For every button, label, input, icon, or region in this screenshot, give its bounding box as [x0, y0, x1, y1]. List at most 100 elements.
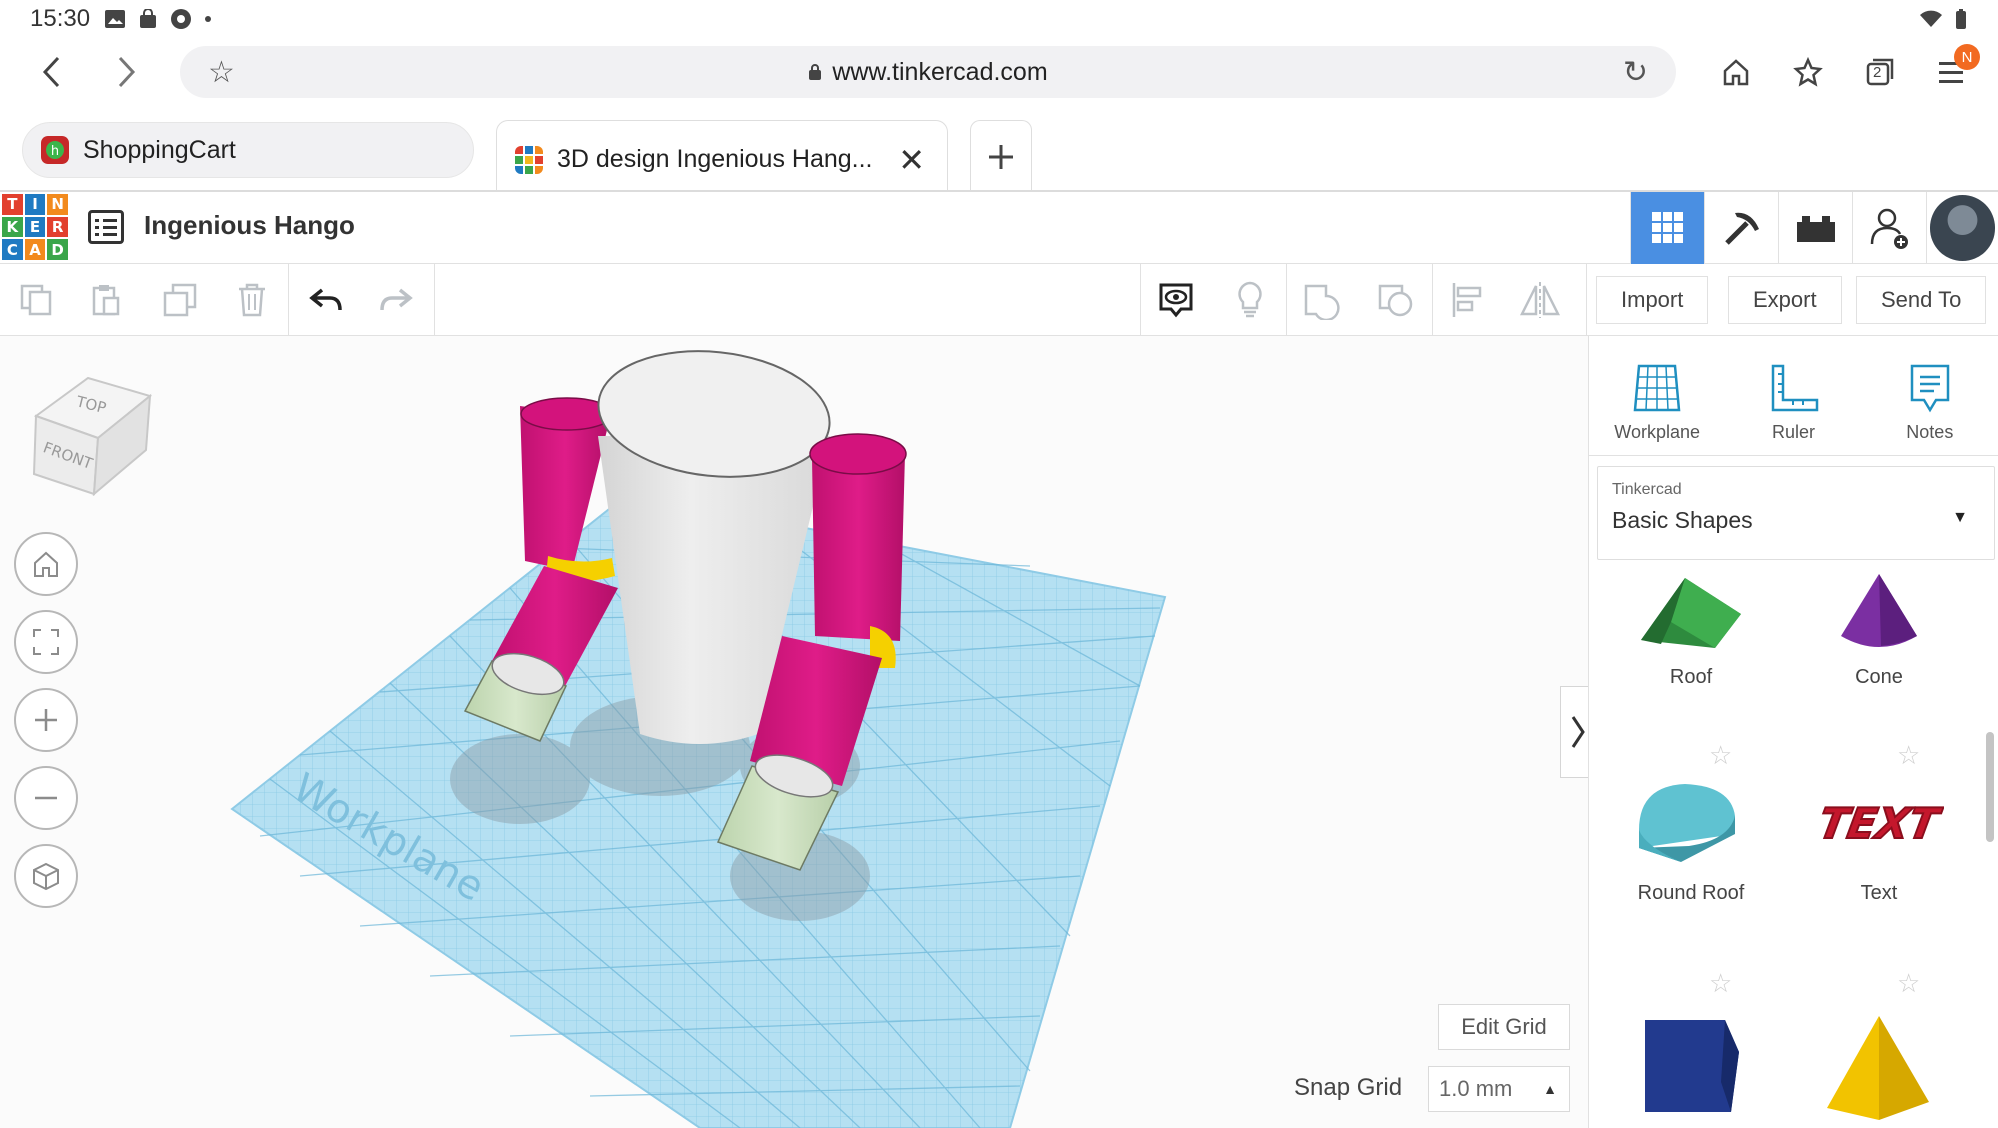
address-bar[interactable]: ☆ www.tinkercad.com ↻ — [180, 46, 1676, 98]
mirror-button[interactable] — [1518, 278, 1562, 322]
align-button[interactable] — [1446, 278, 1490, 322]
mirror-icon — [1519, 282, 1561, 318]
tabs-button[interactable]: 2 — [1858, 50, 1902, 94]
tool-label: Workplane — [1614, 422, 1701, 442]
cone-shape-icon — [1841, 574, 1917, 647]
bookmarks-button[interactable] — [1786, 50, 1830, 94]
snap-grid-select[interactable]: 1.0 mm ▲ — [1428, 1066, 1570, 1112]
logo-letter: I — [24, 194, 46, 215]
notes-tool[interactable]: Notes — [1862, 336, 1998, 455]
undo-button[interactable] — [304, 278, 348, 322]
new-tab-button[interactable] — [970, 120, 1032, 192]
shape-label: Text — [1860, 882, 1898, 904]
url-text: www.tinkercad.com — [832, 57, 1048, 86]
tinkercad-logo[interactable]: T I N K E R C A D — [2, 194, 68, 260]
paste-button[interactable] — [84, 278, 128, 322]
perspective-button[interactable] — [14, 844, 78, 908]
menu-button[interactable]: N — [1930, 44, 1980, 94]
group-button[interactable] — [1300, 278, 1344, 322]
align-icon — [1452, 283, 1482, 317]
workplane-tool[interactable]: Workplane — [1589, 336, 1725, 455]
paste-icon — [92, 285, 120, 316]
shape-pyramid[interactable] — [1789, 1012, 1969, 1128]
shape-round-roof[interactable]: Round Roof — [1601, 776, 1781, 905]
shape-label: Round Roof — [1637, 882, 1745, 904]
home-button[interactable] — [1714, 50, 1758, 94]
toolbar-divider — [1586, 264, 1587, 336]
wifi-icon — [1920, 10, 1942, 27]
favorite-star-icon[interactable]: ☆ — [1897, 968, 1920, 999]
account-button[interactable] — [1926, 192, 1998, 264]
zoom-in-button[interactable] — [14, 688, 78, 752]
copy-button[interactable] — [14, 278, 58, 322]
panel-collapse-button[interactable] — [1560, 686, 1588, 778]
caret-down-icon: ▼ — [1952, 509, 1968, 526]
zoom-out-button[interactable] — [14, 766, 78, 830]
shoppingcart-favicon-icon: h — [41, 136, 69, 164]
toolbar-divider — [1140, 264, 1141, 336]
logo-letter: A — [24, 239, 46, 260]
chevron-right-icon — [1571, 716, 1585, 748]
snap-grid-label: Snap Grid — [1294, 1074, 1403, 1101]
more-dot-icon — [205, 16, 212, 22]
home-view-button[interactable] — [14, 532, 78, 596]
favorite-star-icon[interactable]: ☆ — [1709, 968, 1732, 999]
delete-button[interactable] — [230, 278, 274, 322]
shape-library-select[interactable]: Tinkercad Basic Shapes ▼ — [1597, 466, 1995, 560]
pyramid-shape-icon — [1827, 1016, 1929, 1120]
3d-design-view-button[interactable] — [1630, 192, 1704, 264]
snap-grid-value: 1.0 mm — [1439, 1076, 1513, 1101]
shape-text[interactable]: TEXT Text — [1789, 776, 1969, 905]
lightbulb-icon — [1238, 281, 1262, 318]
text-shape-word: TEXT — [1815, 799, 1944, 848]
bricks-view-button[interactable] — [1778, 192, 1852, 264]
toolbar-divider — [434, 264, 435, 336]
favorite-star-icon[interactable]: ☆ — [1897, 740, 1920, 771]
import-button[interactable]: Import — [1596, 276, 1709, 324]
reload-icon[interactable]: ↻ — [1623, 55, 1648, 90]
notes-icon — [1910, 364, 1950, 413]
view-cube[interactable]: TOP FRONT — [26, 366, 156, 501]
bookmark-star-icon[interactable]: ☆ — [208, 55, 235, 90]
back-button[interactable] — [26, 46, 78, 98]
ungroup-button[interactable] — [1374, 278, 1418, 322]
trash-icon — [239, 283, 265, 317]
tab-tinkercad-design[interactable]: 3D design Ingenious Hang... ✕ — [496, 120, 948, 198]
blocks-view-button[interactable] — [1704, 192, 1778, 264]
shape-roof[interactable]: Roof — [1601, 574, 1781, 689]
lightbulb-button[interactable] — [1228, 278, 1272, 322]
workplane-icon — [1633, 364, 1681, 412]
redo-button[interactable] — [374, 278, 418, 322]
favorite-star-icon[interactable]: ☆ — [1709, 740, 1732, 771]
star-list-icon — [1793, 57, 1823, 87]
logo-letter: R — [47, 216, 68, 238]
close-tab-icon[interactable]: ✕ — [898, 141, 925, 179]
logo-letter: T — [2, 194, 23, 215]
group-icon — [1304, 284, 1340, 320]
shape-box[interactable] — [1601, 1012, 1781, 1128]
export-button[interactable]: Export — [1728, 276, 1842, 324]
ruler-tool[interactable]: Ruler — [1725, 336, 1861, 455]
edit-grid-button[interactable]: Edit Grid — [1438, 1004, 1570, 1050]
forward-button[interactable] — [100, 46, 152, 98]
invite-user-button[interactable] — [1852, 192, 1926, 264]
tool-label: Notes — [1906, 422, 1954, 442]
browser-actions: 2 N — [1714, 38, 1998, 106]
panel-scrollbar[interactable] — [1986, 732, 1994, 842]
shopping-bag-icon — [140, 9, 157, 28]
shape-label: Roof — [1669, 666, 1713, 688]
library-name: Basic Shapes — [1612, 507, 1753, 533]
text-shape-icon: TEXT — [1814, 798, 1944, 849]
tab-label: ShoppingCart — [83, 135, 236, 164]
fit-view-button[interactable] — [14, 610, 78, 674]
logo-letter: K — [2, 216, 23, 238]
duplicate-button[interactable] — [158, 278, 202, 322]
design-title[interactable]: Ingenious Hango — [144, 210, 355, 241]
shape-cone[interactable]: Cone — [1789, 574, 1969, 689]
send-to-button[interactable]: Send To — [1856, 276, 1987, 324]
design-list-icon[interactable] — [88, 210, 124, 244]
show-all-button[interactable] — [1154, 278, 1198, 322]
3d-viewport[interactable]: Workplane TOP FRONT Edit Grid Snap Grid … — [0, 336, 1588, 1128]
logo-letter: N — [47, 194, 68, 215]
tab-shoppingcart[interactable]: h ShoppingCart — [22, 122, 474, 178]
